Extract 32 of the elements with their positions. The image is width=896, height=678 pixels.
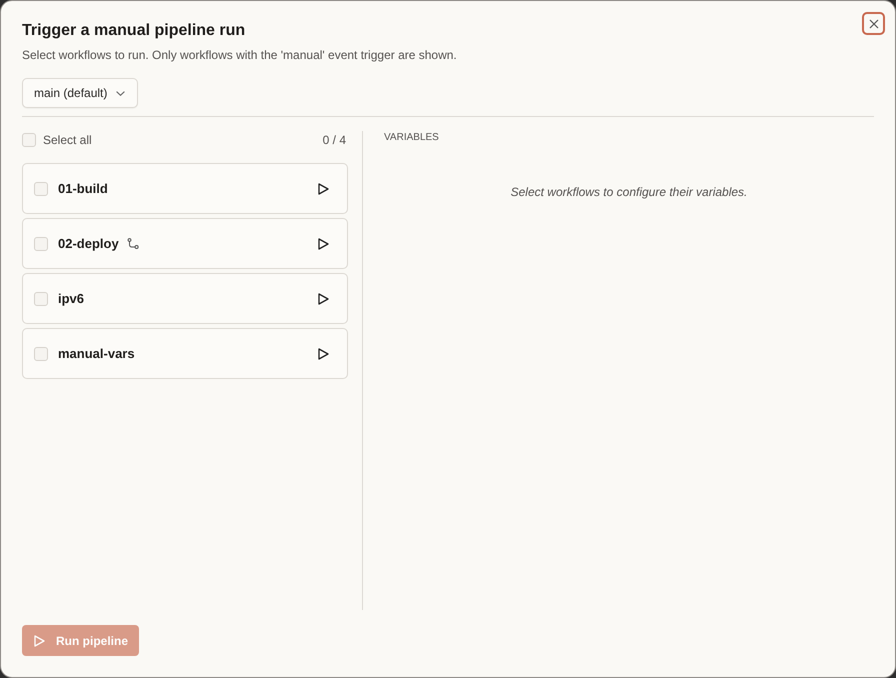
workflow-name: manual-vars [58, 346, 135, 361]
chevron-down-icon [116, 90, 126, 96]
variables-empty-message: Select workflows to configure their variables. [510, 185, 748, 199]
close-icon [868, 18, 878, 28]
play-icon [318, 348, 329, 360]
workflow-name: ipv6 [58, 291, 84, 306]
close-button[interactable] [862, 12, 885, 35]
dialog-subtitle: Select workflows to run. Only workflows with the 'manual' event trigger are shown. [22, 47, 457, 63]
play-icon [318, 182, 329, 194]
workflow-card[interactable]: ipv6 [22, 273, 348, 324]
select-all-label: Select all [43, 133, 92, 147]
workflow-name: 01-build [58, 181, 108, 196]
workflow-checkbox[interactable] [34, 346, 48, 360]
workflow-checkbox[interactable] [34, 182, 48, 196]
workflow-card[interactable]: 01-build [22, 163, 348, 214]
branch-dropdown[interactable]: main (default) [22, 78, 138, 108]
workflow-name: 02-deploy [58, 236, 119, 251]
dialog-title: Trigger a manual pipeline run [22, 21, 246, 41]
select-all-checkbox[interactable] [22, 133, 36, 147]
run-workflow-button[interactable] [318, 238, 329, 250]
play-icon [318, 238, 329, 250]
workflow-card[interactable]: manual-vars [22, 328, 348, 379]
play-icon [318, 292, 329, 304]
workflow-checkbox[interactable] [34, 292, 48, 306]
selection-count: 0 / 4 [322, 133, 346, 147]
play-icon [34, 634, 45, 646]
variables-heading: VARIABLES [384, 131, 440, 145]
run-workflow-button[interactable] [318, 292, 329, 304]
run-workflow-button[interactable] [318, 182, 329, 194]
workflow-checkbox[interactable] [34, 236, 48, 250]
run-workflow-button[interactable] [318, 348, 329, 360]
workflow-card[interactable]: 02-deploy [22, 218, 348, 269]
